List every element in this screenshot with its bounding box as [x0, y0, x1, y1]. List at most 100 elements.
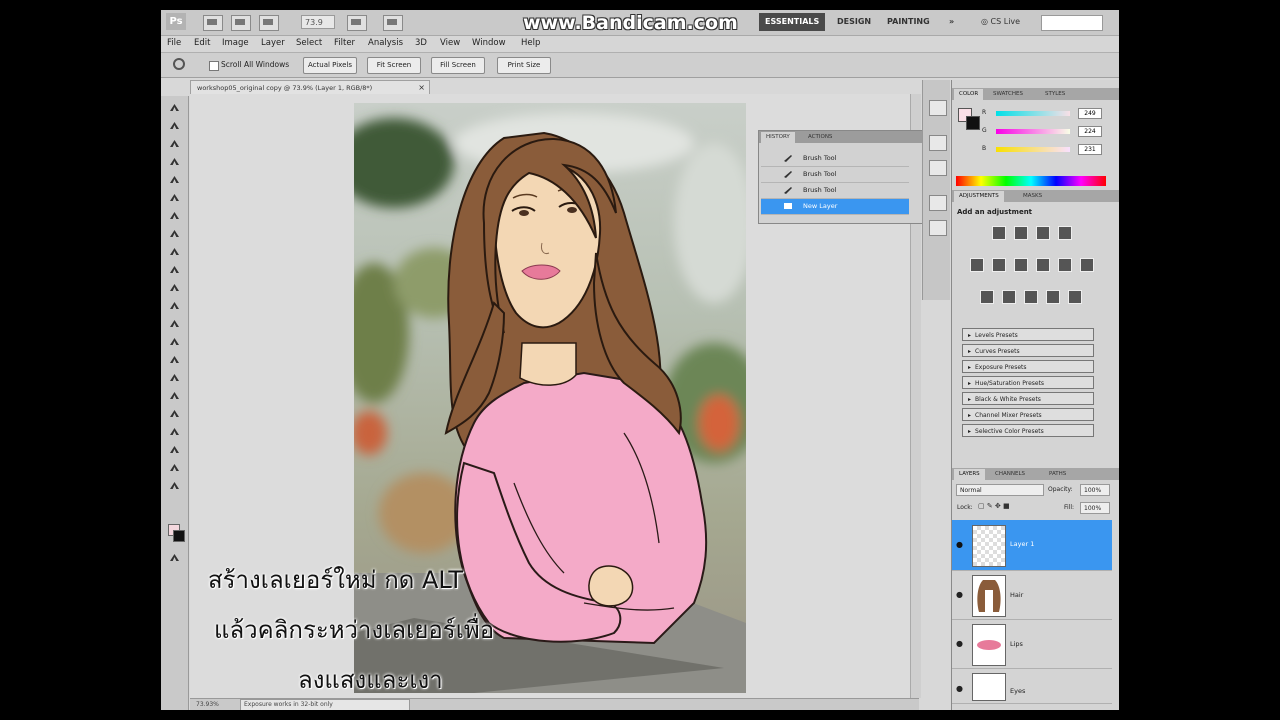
color-balance-icon[interactable] [1014, 258, 1028, 272]
preset-black-white[interactable]: Black & White Presets [962, 392, 1094, 405]
path-selection-tool-icon[interactable] [168, 390, 181, 401]
type-tool-icon[interactable] [168, 372, 181, 383]
brightness-contrast-icon[interactable] [992, 226, 1006, 240]
brush-presets-icon[interactable] [929, 160, 947, 176]
history-item-selected[interactable]: New Layer [761, 199, 909, 215]
menu-analysis[interactable]: Analysis [368, 38, 403, 48]
workspace-design[interactable]: DESIGN [831, 13, 877, 31]
menu-image[interactable]: Image [222, 38, 249, 48]
tab-styles[interactable]: STYLES [1040, 89, 1070, 100]
eraser-tool-icon[interactable] [168, 282, 181, 293]
menu-window[interactable]: Window [472, 38, 506, 48]
zoom-tool-icon[interactable] [173, 58, 185, 70]
preset-channel-mixer[interactable]: Channel Mixer Presets [962, 408, 1094, 421]
clone-stamp-tool-icon[interactable] [168, 246, 181, 257]
blue-channel-value[interactable]: 231 [1078, 144, 1102, 155]
quick-selection-tool-icon[interactable] [168, 156, 181, 167]
layer-row-hair[interactable]: ● Hair [952, 571, 1112, 620]
fit-screen-button[interactable]: Fit Screen [367, 57, 421, 74]
shape-tool-icon[interactable] [168, 408, 181, 419]
crop-tool-icon[interactable] [168, 174, 181, 185]
hand-tool-icon[interactable] [168, 462, 181, 473]
arrange-documents-icon[interactable] [347, 15, 367, 31]
preset-curves[interactable]: Curves Presets [962, 344, 1094, 357]
menu-select[interactable]: Select [296, 38, 322, 48]
layer-visibility-eye-icon[interactable]: ● [956, 640, 966, 648]
quick-mask-icon[interactable] [168, 552, 181, 563]
paragraph-panel-icon[interactable] [929, 220, 947, 236]
move-tool-icon[interactable] [168, 102, 181, 113]
workspace-more-button[interactable]: » [943, 13, 960, 31]
tab-masks[interactable]: MASKS [1018, 191, 1047, 202]
history-item[interactable]: Brush Tool [761, 151, 909, 167]
tab-actions[interactable]: ACTIONS [803, 132, 837, 143]
color-spectrum-bar[interactable] [956, 176, 1106, 186]
blur-tool-icon[interactable] [168, 318, 181, 329]
actual-pixels-button[interactable]: Actual Pixels [303, 57, 357, 74]
menu-layer[interactable]: Layer [261, 38, 285, 48]
menu-edit[interactable]: Edit [194, 38, 210, 48]
fill-input[interactable]: 100% [1080, 502, 1110, 514]
channel-mixer-icon[interactable] [1080, 258, 1094, 272]
launch-minibridge-icon[interactable] [231, 15, 251, 31]
layer-row-eyes[interactable]: ● Eyes [952, 669, 1112, 704]
artwork-canvas[interactable] [354, 103, 746, 693]
cs-live-menu[interactable]: ◎ CS Live [981, 13, 1020, 31]
layer-row-layer-1[interactable]: ● Layer 1 [952, 520, 1112, 571]
selective-color-icon[interactable] [1068, 290, 1082, 304]
menu-filter[interactable]: Filter [334, 38, 355, 48]
layer-visibility-eye-icon[interactable]: ● [956, 591, 966, 599]
help-search-input[interactable] [1041, 15, 1103, 31]
close-document-icon[interactable]: × [418, 81, 425, 95]
tab-swatches[interactable]: SWATCHES [988, 89, 1028, 100]
green-channel-value[interactable]: 224 [1078, 126, 1102, 137]
posterize-icon[interactable] [1002, 290, 1016, 304]
history-item[interactable]: Brush Tool [761, 183, 909, 199]
fill-screen-button[interactable]: Fill Screen [431, 57, 485, 74]
opacity-input[interactable]: 100% [1080, 484, 1110, 496]
history-item[interactable]: Brush Tool [761, 167, 909, 183]
menu-3d[interactable]: 3D [415, 38, 427, 48]
healing-brush-tool-icon[interactable] [168, 210, 181, 221]
preset-levels[interactable]: Levels Presets [962, 328, 1094, 341]
menu-view[interactable]: View [440, 38, 460, 48]
layer-visibility-eye-icon[interactable]: ● [956, 541, 966, 549]
threshold-icon[interactable] [1024, 290, 1038, 304]
tab-channels[interactable]: CHANNELS [990, 469, 1030, 480]
eyedropper-tool-icon[interactable] [168, 192, 181, 203]
preset-hue-saturation[interactable]: Hue/Saturation Presets [962, 376, 1094, 389]
layer-visibility-eye-icon[interactable]: ● [956, 685, 966, 693]
view-extras-icon[interactable] [259, 15, 279, 31]
blue-channel-slider[interactable] [996, 147, 1070, 152]
lasso-tool-icon[interactable] [168, 138, 181, 149]
curves-icon[interactable] [1036, 226, 1050, 240]
actions-panel-icon[interactable] [929, 135, 947, 151]
gradient-tool-icon[interactable] [168, 300, 181, 311]
document-tab[interactable]: workshop05_original copy @ 73.9% (Layer … [190, 80, 430, 94]
preset-selective-color[interactable]: Selective Color Presets [962, 424, 1094, 437]
red-channel-value[interactable]: 249 [1078, 108, 1102, 119]
invert-icon[interactable] [980, 290, 994, 304]
green-channel-slider[interactable] [996, 129, 1070, 134]
launch-bridge-icon[interactable] [203, 15, 223, 31]
zoom-level-select[interactable]: 73.9 [301, 15, 335, 29]
vibrance-icon[interactable] [970, 258, 984, 272]
photo-filter-icon[interactable] [1058, 258, 1072, 272]
exposure-icon[interactable] [1058, 226, 1072, 240]
tab-history[interactable]: HISTORY [761, 132, 795, 143]
3d-orbit-tool-icon[interactable] [168, 444, 181, 455]
scroll-all-windows-checkbox[interactable] [209, 61, 219, 71]
brush-tool-icon[interactable] [168, 228, 181, 239]
red-channel-slider[interactable] [996, 111, 1070, 116]
levels-icon[interactable] [1014, 226, 1028, 240]
status-info[interactable]: Exposure works in 32-bit only [240, 699, 410, 710]
hue-saturation-icon[interactable] [992, 258, 1006, 272]
history-panel-icon[interactable] [929, 100, 947, 116]
character-panel-icon[interactable] [929, 195, 947, 211]
preset-exposure[interactable]: Exposure Presets [962, 360, 1094, 373]
screen-mode-icon[interactable] [383, 15, 403, 31]
black-white-icon[interactable] [1036, 258, 1050, 272]
status-zoom[interactable]: 73.93% [196, 699, 219, 710]
marquee-tool-icon[interactable] [168, 120, 181, 131]
lock-icons[interactable]: ▢ ✎ ✥ ■ [978, 502, 1010, 510]
